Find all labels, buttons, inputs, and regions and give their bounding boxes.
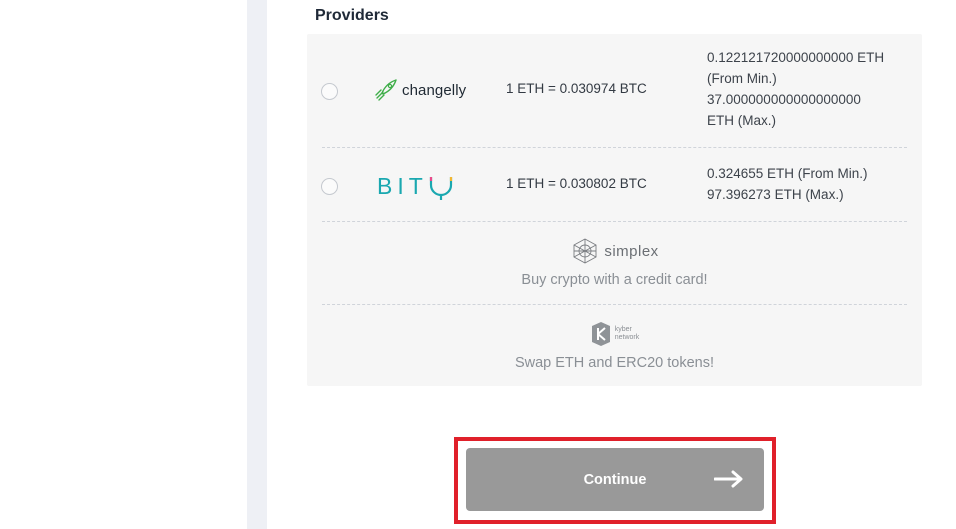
kyber-line2: network xyxy=(614,334,640,341)
bity-limits: 0.324655 ETH (From Min.) 97.396273 ETH (… xyxy=(707,163,868,205)
bity-y-icon xyxy=(429,177,452,200)
simplex-option[interactable]: simplex Buy crypto with a credit card! xyxy=(307,237,922,288)
kyber-icon xyxy=(591,322,610,346)
changelly-radio[interactable] xyxy=(321,83,338,100)
kyber-logo: kyber network xyxy=(590,320,640,348)
divider xyxy=(322,304,907,305)
limit-line: ETH (Max.) xyxy=(707,113,776,128)
bity-logo: BIT xyxy=(377,171,454,201)
divider xyxy=(322,221,907,222)
changelly-logo: changelly xyxy=(373,78,466,102)
section-title: Providers xyxy=(315,7,389,24)
changelly-rate: 1 ETH = 0.030974 BTC xyxy=(506,81,647,96)
divider xyxy=(322,147,907,148)
kyber-caption: Swap ETH and ERC20 tokens! xyxy=(514,355,715,371)
kyber-wordmark: kyber network xyxy=(615,326,640,342)
changelly-limits: 0.122121720000000000 ETH (From Min.) 37.… xyxy=(707,47,884,131)
simplex-wordmark: simplex xyxy=(604,242,659,260)
bity-wordmark: BIT xyxy=(377,172,428,199)
kyber-option[interactable]: kyber network Swap ETH and ERC20 tokens! xyxy=(307,320,922,371)
left-blank-area xyxy=(0,0,247,529)
changelly-wordmark: changelly xyxy=(402,81,467,99)
bity-radio[interactable] xyxy=(321,178,338,195)
simplex-caption: Buy crypto with a credit card! xyxy=(521,272,708,288)
limit-line: 97.396273 ETH (Max.) xyxy=(707,187,844,202)
arrow-right-icon xyxy=(714,470,743,488)
simplex-logo: simplex xyxy=(570,237,658,265)
left-rail xyxy=(247,0,267,529)
limit-line: (From Min.) xyxy=(707,71,777,86)
providers-panel: changelly 1 ETH = 0.030974 BTC 0.1221217… xyxy=(307,34,922,386)
limit-line: 0.122121720000000000 ETH xyxy=(707,50,885,65)
bity-rate: 1 ETH = 0.030802 BTC xyxy=(506,176,647,191)
continue-button[interactable]: Continue xyxy=(466,448,764,511)
limit-line: 37.000000000000000000 xyxy=(707,92,861,107)
rocket-icon xyxy=(375,79,397,101)
simplex-globe-icon xyxy=(573,238,597,264)
kyber-line1: kyber xyxy=(614,326,632,333)
limit-line: 0.324655 ETH (From Min.) xyxy=(707,166,868,181)
